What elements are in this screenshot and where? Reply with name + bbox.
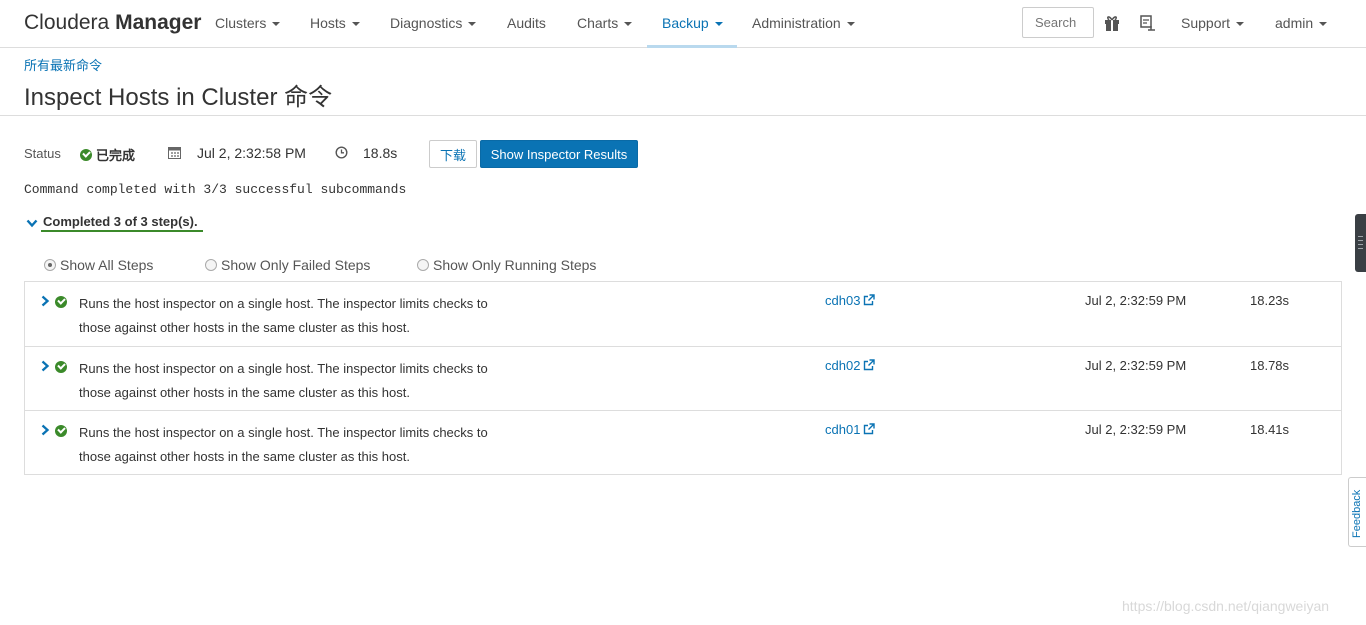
nav-user-menu[interactable]: admin: [1275, 15, 1328, 31]
caret-down-icon: [351, 22, 360, 27]
step-desc-line: those against other hosts in the same cl…: [79, 385, 410, 400]
nav-administration-label: Administration: [752, 15, 841, 31]
step-desc-line: Runs the host inspector on a single host…: [79, 361, 488, 376]
show-inspector-results-button[interactable]: Show Inspector Results: [480, 140, 638, 168]
nav-hosts-label: Hosts: [310, 15, 346, 31]
nav-administration[interactable]: Administration: [752, 15, 855, 31]
host-link[interactable]: cdh03: [825, 293, 876, 308]
filter-all-label: Show All Steps: [60, 257, 154, 273]
nav-hosts[interactable]: Hosts: [310, 15, 360, 31]
filter-failed-label: Show Only Failed Steps: [221, 257, 371, 273]
support-desk-icon[interactable]: [1137, 13, 1157, 33]
header-divider: [0, 115, 1366, 116]
host-link[interactable]: cdh02: [825, 358, 876, 373]
nav-audits-label: Audits: [507, 15, 546, 31]
chevron-right-icon[interactable]: [41, 360, 50, 372]
steps-summary-toggle[interactable]: Completed 3 of 3 step(s).: [43, 214, 198, 229]
step-duration: 18.78s: [1250, 358, 1290, 373]
table-row: Runs the host inspector on a single host…: [25, 346, 1341, 410]
download-button[interactable]: 下载: [429, 140, 477, 168]
external-link-icon: [864, 294, 876, 306]
step-time: Jul 2, 2:32:59 PM: [1085, 293, 1187, 308]
external-link-icon: [864, 423, 876, 435]
nav-user-label: admin: [1275, 15, 1314, 31]
step-description: Runs the host inspector on a single host…: [79, 357, 509, 405]
nav-clusters-label: Clusters: [215, 15, 267, 31]
filter-running-steps[interactable]: Show Only Running Steps: [417, 257, 596, 273]
host-link[interactable]: cdh01: [825, 422, 876, 437]
chevron-right-icon[interactable]: [41, 424, 50, 436]
step-desc-line: those against other hosts in the same cl…: [79, 320, 410, 335]
status-label: Status: [24, 146, 61, 161]
caret-down-icon: [468, 22, 477, 27]
table-row: Runs the host inspector on a single host…: [25, 282, 1341, 346]
status-value-text: 已完成: [96, 148, 136, 163]
command-result-message: Command completed with 3/3 successful su…: [24, 182, 407, 197]
active-tab-indicator: [647, 45, 737, 48]
page-title: Inspect Hosts in Cluster 命令: [24, 84, 333, 111]
radio-unchecked[interactable]: [205, 259, 217, 271]
step-desc-line: Runs the host inspector on a single host…: [79, 425, 488, 440]
step-duration: 18.41s: [1250, 422, 1290, 437]
filter-all-steps[interactable]: Show All Steps: [44, 257, 153, 273]
nav-diagnostics[interactable]: Diagnostics: [390, 15, 477, 31]
nav-support[interactable]: Support: [1181, 15, 1245, 31]
nav-backup-label: Backup: [662, 15, 709, 31]
step-time: Jul 2, 2:32:59 PM: [1085, 358, 1187, 373]
step-desc-line: those against other hosts in the same cl…: [79, 449, 410, 464]
success-check-icon: [55, 361, 67, 373]
caret-down-icon: [846, 22, 855, 27]
brand-bold-text: Manager: [115, 11, 202, 34]
success-check-icon: [80, 149, 92, 161]
radio-unchecked[interactable]: [417, 259, 429, 271]
feedback-tab[interactable]: Feedback: [1348, 477, 1366, 547]
external-link-icon: [864, 359, 876, 371]
success-check-icon: [55, 425, 67, 437]
nav-charts[interactable]: Charts: [577, 15, 633, 31]
nav-diagnostics-label: Diagnostics: [390, 15, 463, 31]
host-name: cdh01: [825, 422, 861, 437]
brand-light-text: Cloudera: [24, 11, 110, 34]
breadcrumb-all-recent-commands[interactable]: 所有最新命令: [24, 55, 102, 74]
caret-down-icon: [1236, 22, 1245, 27]
nav-backup[interactable]: Backup: [662, 15, 723, 31]
steps-summary-underline: [41, 230, 203, 232]
nav-support-label: Support: [1181, 15, 1231, 31]
caret-down-icon: [1319, 22, 1328, 27]
step-time: Jul 2, 2:32:59 PM: [1085, 422, 1187, 437]
caret-down-icon: [714, 22, 723, 27]
clock-icon: [335, 146, 348, 159]
caret-down-icon: [272, 22, 281, 27]
radio-checked[interactable]: [44, 259, 56, 271]
nav-clusters[interactable]: Clusters: [215, 15, 281, 31]
host-name: cdh02: [825, 358, 861, 373]
host-name: cdh03: [825, 293, 861, 308]
nav-audits[interactable]: Audits: [507, 15, 546, 31]
start-time: Jul 2, 2:32:58 PM: [197, 145, 306, 161]
caret-down-icon: [624, 22, 633, 27]
step-desc-line: Runs the host inspector on a single host…: [79, 296, 488, 311]
side-panel-handle[interactable]: [1355, 214, 1366, 272]
watermark: https://blog.csdn.net/qiangweiyan: [1122, 598, 1330, 614]
brand-logo[interactable]: Cloudera Manager: [24, 11, 201, 35]
table-row: Runs the host inspector on a single host…: [25, 410, 1341, 474]
command-duration: 18.8s: [363, 145, 398, 161]
status-badge: 已完成: [80, 145, 135, 164]
step-duration: 18.23s: [1250, 293, 1290, 308]
step-description: Runs the host inspector on a single host…: [79, 421, 509, 469]
filter-running-label: Show Only Running Steps: [433, 257, 597, 273]
top-navbar: Cloudera Manager Clusters Hosts Diagnost…: [0, 0, 1366, 48]
chevron-down-icon[interactable]: [26, 219, 38, 228]
nav-charts-label: Charts: [577, 15, 619, 31]
gift-icon[interactable]: [1102, 13, 1122, 33]
steps-table: Runs the host inspector on a single host…: [24, 281, 1342, 475]
feedback-label: Feedback: [1351, 489, 1363, 538]
step-description: Runs the host inspector on a single host…: [79, 292, 509, 340]
chevron-right-icon[interactable]: [41, 295, 50, 307]
search-input[interactable]: [1022, 7, 1094, 38]
filter-failed-steps[interactable]: Show Only Failed Steps: [205, 257, 370, 273]
success-check-icon: [55, 296, 67, 308]
calendar-icon: [168, 147, 181, 159]
